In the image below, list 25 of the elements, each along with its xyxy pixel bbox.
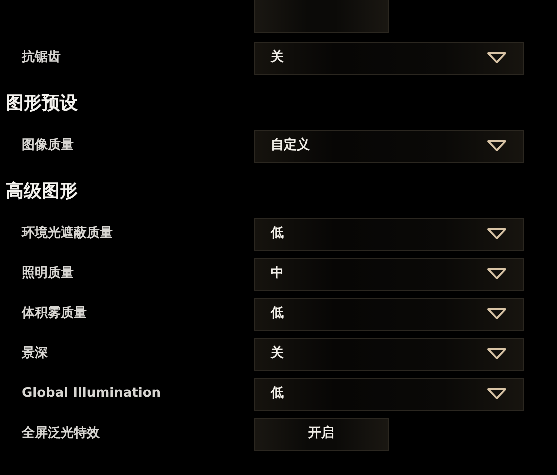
dropdown[interactable]: 关 (254, 42, 524, 74)
setting-label: 图像质量 (21, 137, 75, 156)
caret-icon (487, 52, 507, 64)
caret-icon (487, 348, 507, 360)
setting-label: 全屏泛光特效 (21, 425, 101, 444)
setting-label: 环境光遮蔽质量 (20, 224, 114, 244)
caret-icon (487, 308, 507, 320)
dropdown[interactable]: 低 (254, 218, 524, 250)
setting-label: 景深 (21, 345, 49, 364)
section-heading: 高级图形 (5, 180, 79, 204)
dropdown[interactable]: 自定义 (254, 130, 524, 162)
toggle-option[interactable]: 开启 (254, 418, 389, 450)
caret-icon (487, 268, 507, 280)
dropdown[interactable]: 关 (254, 338, 524, 370)
dropdown[interactable]: 低 (254, 298, 524, 330)
setting-label: 体积雾质量 (20, 305, 88, 324)
setting-label: 照明质量 (21, 265, 75, 284)
setting-label: Global Illumination (21, 385, 162, 404)
caret-icon (487, 388, 507, 400)
dropdown[interactable]: 低 (254, 378, 524, 410)
caret-icon (487, 140, 507, 152)
setting-label: 抗锯齿 (20, 49, 62, 68)
dropdown[interactable]: 中 (254, 258, 524, 290)
caret-icon (487, 228, 507, 240)
section-heading: 图形预设 (5, 92, 79, 116)
